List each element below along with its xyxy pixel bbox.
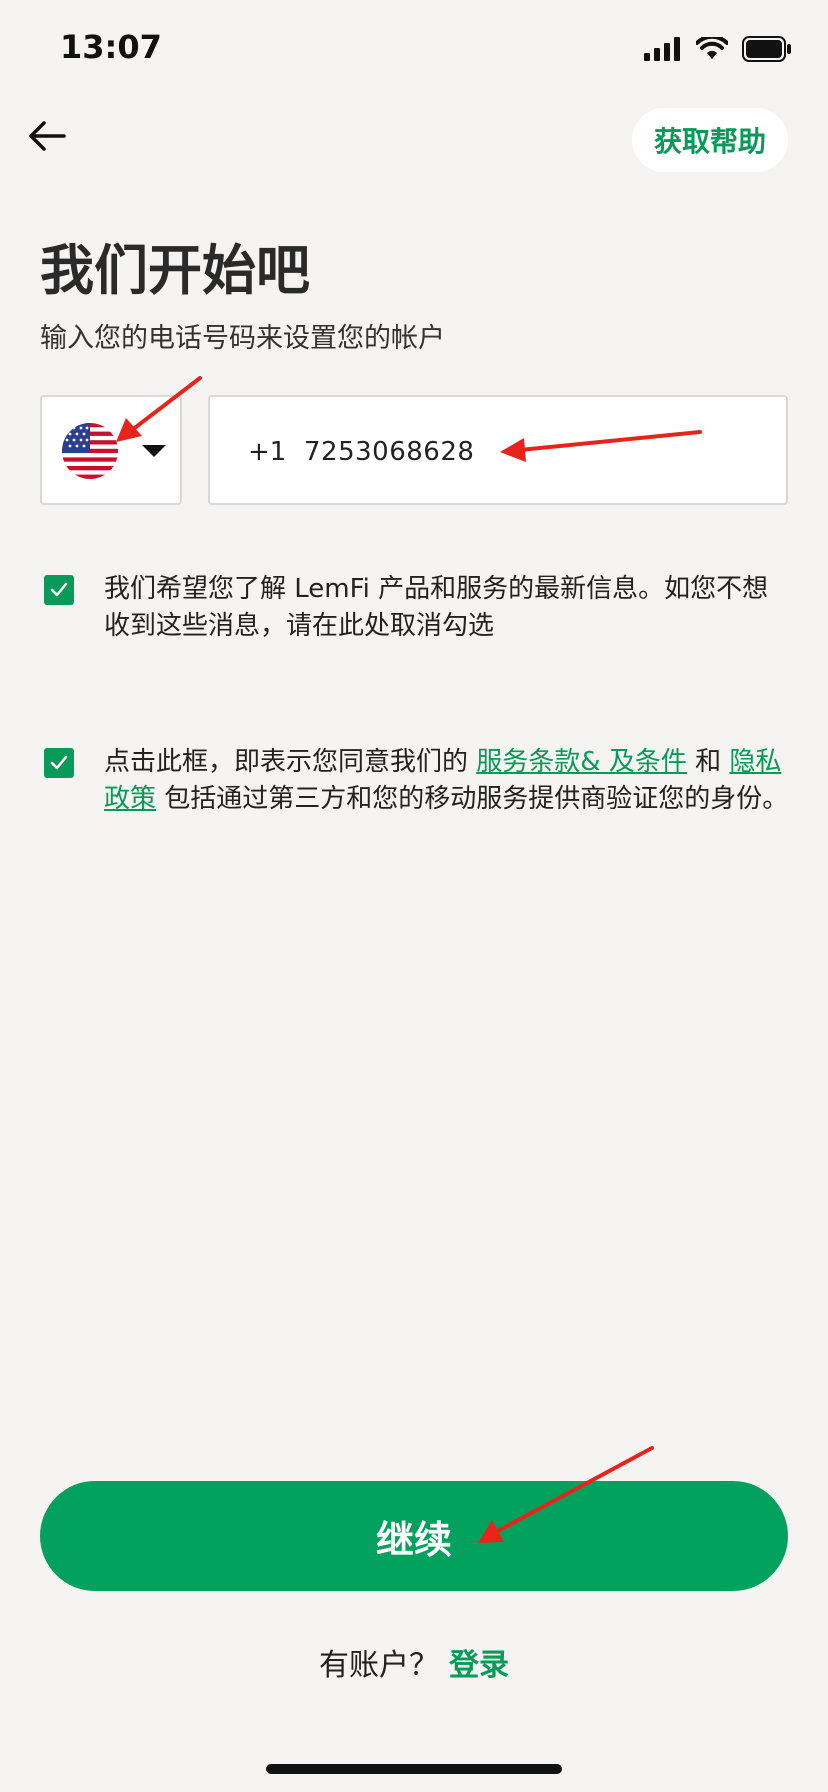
terms-prefix: 点击此框，即表示您同意我们的: [104, 747, 469, 777]
phone-number-value: 7253068628: [304, 437, 475, 467]
cellular-signal-icon: [644, 37, 680, 61]
battery-icon: [742, 36, 791, 62]
continue-button[interactable]: 继续: [40, 1481, 788, 1591]
dial-code: +1: [248, 437, 287, 467]
login-row: 有账户？ 登录: [0, 1640, 828, 1684]
phone-number-input[interactable]: +1 7253068628: [208, 395, 788, 505]
terms-link[interactable]: 服务条款& 及条件: [476, 747, 687, 777]
caret-down-icon: [142, 445, 166, 457]
checkmark-icon: [50, 755, 68, 770]
back-button[interactable]: [24, 116, 72, 156]
marketing-consent-checkbox[interactable]: [44, 575, 74, 605]
wifi-icon: [696, 37, 728, 59]
terms-consent-checkbox[interactable]: [44, 748, 74, 778]
checkmark-icon: [50, 582, 68, 597]
arrow-left-icon: [29, 121, 66, 151]
status-time: 13:07: [60, 28, 162, 66]
status-icons: [644, 36, 792, 62]
page-title: 我们开始吧: [40, 239, 310, 302]
page-subtitle: 输入您的电话号码来设置您的帐户: [40, 323, 445, 354]
country-code-selector[interactable]: [40, 395, 182, 505]
terms-and: 和: [695, 747, 722, 777]
login-link[interactable]: 登录: [449, 1648, 509, 1683]
home-indicator: [266, 1764, 562, 1774]
us-flag-icon: [62, 423, 118, 479]
have-account-text: 有账户？: [319, 1648, 439, 1683]
marketing-consent-text: 我们希望您了解 LemFi 产品和服务的最新信息。如您不想收到这些消息，请在此处…: [104, 574, 769, 641]
terms-consent-text: 点击此框，即表示您同意我们的 服务条款& 及条件 和 隐私政策 包括通过第三方和…: [104, 744, 794, 818]
get-help-button[interactable]: 获取帮助: [631, 108, 788, 172]
terms-suffix: 包括通过第三方和您的移动服务提供商验证您的身份。: [164, 784, 789, 814]
